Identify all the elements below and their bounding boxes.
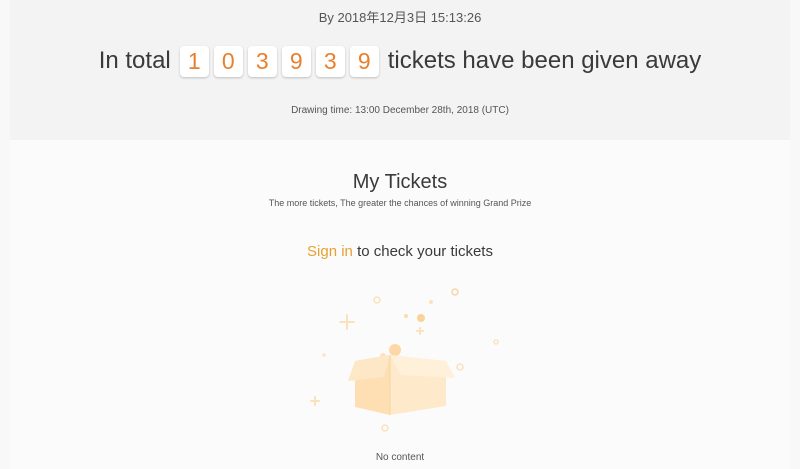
total-tickets-line: In total 1 0 3 9 3 9 tickets have been g…: [10, 42, 790, 80]
timestamp: By 2018年12月3日 15:13:26: [318, 10, 482, 25]
counter-digit: 3: [247, 45, 277, 77]
drawing-time: Drawing time: 13:00 December 28th, 2018 …: [291, 105, 509, 116]
total-prefix: In total: [98, 47, 171, 74]
counter-digit: 3: [315, 45, 345, 77]
section-title: My Tickets: [352, 171, 448, 193]
my-tickets-section: My Tickets The more tickets, The greater…: [10, 140, 790, 469]
sign-in-link[interactable]: Sign in: [307, 243, 353, 260]
ticket-counter: 1 0 3 9 3 9: [179, 45, 379, 77]
sign-in-prompt: Sign in to check your tickets: [10, 243, 790, 260]
counter-digit: 0: [213, 45, 243, 77]
total-suffix: tickets have been given away: [387, 47, 702, 74]
counter-digit: 9: [349, 45, 379, 77]
counter-digit: 1: [179, 45, 209, 77]
empty-box-icon: [310, 288, 499, 432]
ticket-summary-panel: By 2018年12月3日 15:13:26 In total 1 0 3 9 …: [10, 0, 790, 140]
sign-in-prompt-text: to check your tickets: [352, 243, 493, 260]
section-subtitle: The more tickets, The greater the chance…: [268, 198, 532, 208]
counter-digit: 9: [281, 45, 311, 77]
empty-state-text: No content: [375, 452, 425, 463]
